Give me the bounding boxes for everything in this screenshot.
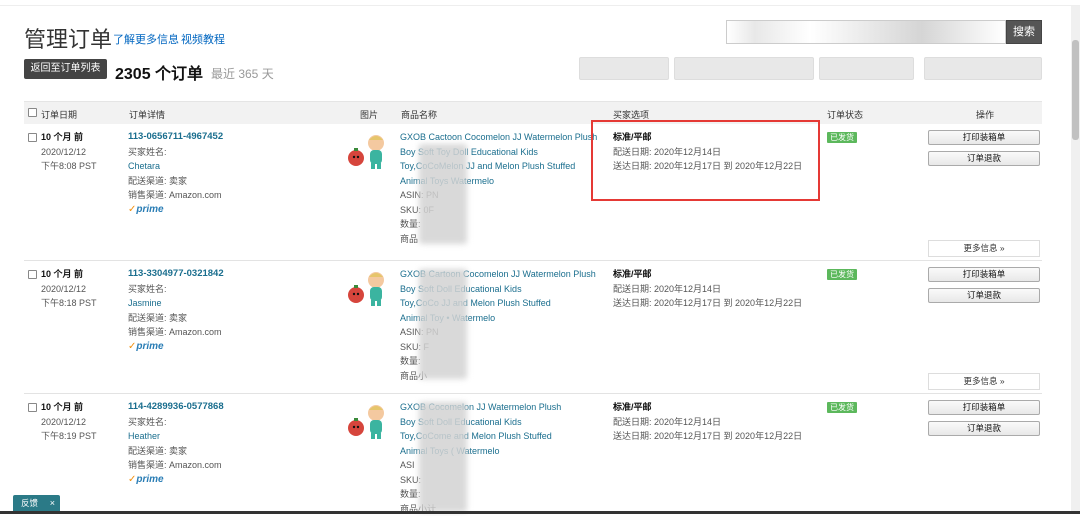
- status-badge: 已发货: [827, 269, 857, 280]
- product-image[interactable]: [346, 400, 390, 440]
- order-row: 10 个月 前 2020/12/12 下午8:18 PST 113-330497…: [24, 261, 1042, 394]
- redaction-blur: [419, 269, 467, 379]
- ship-date: 配送日期: 2020年12月14日: [613, 415, 802, 430]
- order-row: 10 个月 前 2020/12/12 下午8:19 PST 114-428993…: [24, 394, 1042, 514]
- search-input[interactable]: [726, 20, 1006, 44]
- order-id-link[interactable]: 114-4289936-0577868: [128, 400, 224, 415]
- buyer-name-label: 买家姓名:: [128, 282, 224, 297]
- order-checkbox[interactable]: [28, 133, 37, 142]
- order-age: 10 个月 前: [41, 400, 97, 415]
- delivery-date: 送达日期: 2020年12月17日 到 2020年12月22日: [613, 429, 802, 444]
- order-date: 2020/12/12: [41, 145, 97, 160]
- table-header: 订单日期 订单详情 图片 商品名称 买家选项 订单状态 操作: [24, 101, 1042, 124]
- redaction-blur: [419, 402, 467, 512]
- header-order-date: 订单日期: [41, 108, 77, 121]
- feedback-tab[interactable]: 反馈 ×: [13, 495, 60, 511]
- shipping-option: 标准/平邮: [613, 267, 802, 282]
- order-age: 10 个月 前: [41, 130, 97, 145]
- search-button[interactable]: 搜索: [1006, 20, 1042, 44]
- sales-channel: 销售渠道: Amazon.com: [128, 188, 223, 203]
- sales-channel: 销售渠道: Amazon.com: [128, 458, 224, 473]
- search-area: 搜索: [726, 20, 1042, 44]
- more-info-button[interactable]: 更多信息 »: [928, 373, 1040, 390]
- learn-more-link[interactable]: 了解更多信息: [113, 31, 179, 47]
- feedback-label: 反馈: [21, 498, 38, 508]
- filter-dropdown-1[interactable]: [579, 57, 669, 80]
- close-icon[interactable]: ×: [50, 495, 55, 511]
- date-range-label: 最近 365 天: [211, 65, 274, 82]
- back-to-order-list-button[interactable]: 返回至订单列表: [24, 59, 107, 79]
- header-image: 图片: [360, 108, 378, 121]
- more-info-button[interactable]: 更多信息 »: [928, 240, 1040, 257]
- print-packing-slip-button[interactable]: 打印装箱单: [928, 400, 1040, 415]
- refund-order-button[interactable]: 订单退款: [928, 288, 1040, 303]
- shipping-option: 标准/平邮: [613, 400, 802, 415]
- refund-order-button[interactable]: 订单退款: [928, 151, 1040, 166]
- order-count: 2305 个订单: [115, 60, 203, 84]
- prime-badge: ✓prime: [128, 203, 223, 218]
- ship-date: 配送日期: 2020年12月14日: [613, 282, 802, 297]
- browser-bookmarks-strip: [0, 0, 1080, 6]
- header-order-details: 订单详情: [129, 108, 165, 121]
- delivery-date: 送达日期: 2020年12月17日 到 2020年12月22日: [613, 159, 802, 174]
- order-age: 10 个月 前: [41, 267, 97, 282]
- order-time: 下午8:08 PST: [41, 159, 97, 174]
- filter-dropdown-4[interactable]: [924, 57, 1042, 80]
- order-checkbox[interactable]: [28, 403, 37, 412]
- status-badge: 已发货: [827, 132, 857, 143]
- order-id-link[interactable]: 113-3304977-0321842: [128, 267, 224, 282]
- product-image[interactable]: [346, 267, 390, 307]
- order-time: 下午8:19 PST: [41, 429, 97, 444]
- shipping-option: 标准/平邮: [613, 130, 802, 145]
- buyer-name-link[interactable]: Jasmine: [128, 296, 224, 311]
- delivery-date: 送达日期: 2020年12月17日 到 2020年12月22日: [613, 296, 802, 311]
- order-checkbox[interactable]: [28, 270, 37, 279]
- header-product-name: 商品名称: [401, 108, 437, 121]
- buyer-name-link[interactable]: Chetara: [128, 159, 223, 174]
- prime-label: prime: [136, 341, 163, 352]
- ship-date: 配送日期: 2020年12月14日: [613, 145, 802, 160]
- order-id-link[interactable]: 113-0656711-4967452: [128, 130, 223, 145]
- fulfillment-channel: 配送渠道: 卖家: [128, 174, 223, 189]
- buyer-name-label: 买家姓名:: [128, 145, 223, 160]
- status-badge: 已发货: [827, 402, 857, 413]
- order-time: 下午8:18 PST: [41, 296, 97, 311]
- refund-order-button[interactable]: 订单退款: [928, 421, 1040, 436]
- header-order-status: 订单状态: [827, 108, 863, 121]
- buyer-name-link[interactable]: Heather: [128, 429, 224, 444]
- prime-label: prime: [136, 204, 163, 215]
- select-all-checkbox[interactable]: [28, 108, 37, 117]
- product-name-line[interactable]: GXOB Cactoon Cocomelon JJ Watermelon Plu…: [400, 130, 597, 145]
- video-tutorial-link[interactable]: 视频教程: [181, 31, 225, 47]
- buyer-name-label: 买家姓名:: [128, 415, 224, 430]
- page-title: 管理订单: [24, 22, 112, 54]
- prime-badge: ✓prime: [128, 473, 224, 488]
- prime-label: prime: [136, 474, 163, 485]
- print-packing-slip-button[interactable]: 打印装箱单: [928, 267, 1040, 282]
- sales-channel: 销售渠道: Amazon.com: [128, 325, 224, 340]
- header-actions: 操作: [976, 108, 994, 121]
- header-buyer-options: 买家选项: [613, 108, 649, 121]
- redaction-blur: [419, 144, 467, 244]
- fulfillment-channel: 配送渠道: 卖家: [128, 444, 224, 459]
- print-packing-slip-button[interactable]: 打印装箱单: [928, 130, 1040, 145]
- fulfillment-channel: 配送渠道: 卖家: [128, 311, 224, 326]
- order-date: 2020/12/12: [41, 415, 97, 430]
- prime-badge: ✓prime: [128, 340, 224, 355]
- filter-bar: [579, 57, 1042, 80]
- order-row: 10 个月 前 2020/12/12 下午8:08 PST 113-065671…: [24, 124, 1042, 261]
- filter-dropdown-2[interactable]: [674, 57, 814, 80]
- product-image[interactable]: [346, 130, 390, 170]
- filter-dropdown-3[interactable]: [819, 57, 914, 80]
- scrollbar-thumb[interactable]: [1072, 40, 1079, 140]
- order-date: 2020/12/12: [41, 282, 97, 297]
